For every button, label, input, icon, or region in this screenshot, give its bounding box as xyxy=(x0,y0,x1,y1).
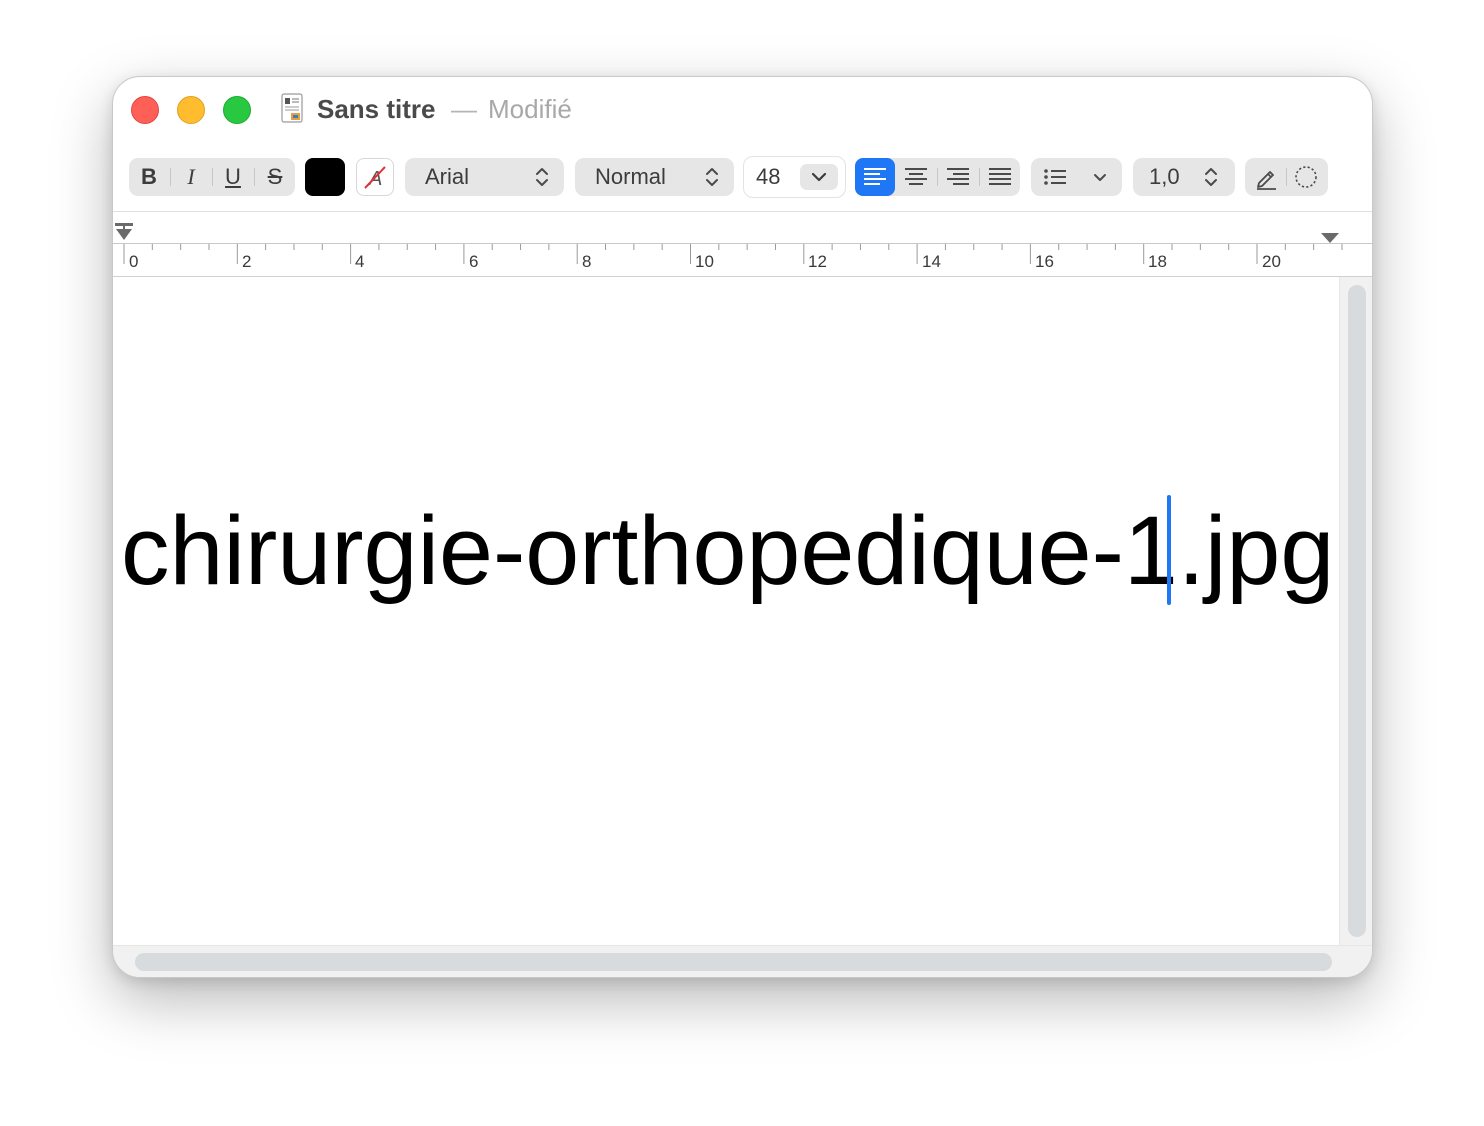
chevron-up-down-icon xyxy=(536,168,548,186)
ruler-ticks xyxy=(115,223,1343,264)
ruler-number: 16 xyxy=(1035,252,1054,271)
minimize-button[interactable] xyxy=(177,96,205,124)
font-size-dropdown-button[interactable] xyxy=(800,164,838,190)
align-left-icon xyxy=(864,168,886,185)
document-text-area[interactable]: chirurgie-orthopedique-1.jpg xyxy=(113,277,1339,945)
font-size-value[interactable]: 48 xyxy=(756,157,780,197)
title-bar[interactable]: Sans titre — Modifié xyxy=(113,77,1372,141)
ruler[interactable]: 0 2 4 6 8 10 12 14 16 18 20 xyxy=(113,211,1372,277)
list-style-popup[interactable] xyxy=(1031,158,1122,196)
document-icon xyxy=(281,93,303,123)
horizontal-scroll-thumb[interactable] xyxy=(135,953,1332,971)
font-family-value: Arial xyxy=(425,164,470,189)
zoom-button[interactable] xyxy=(223,96,251,124)
pencil-icon[interactable] xyxy=(1251,163,1281,191)
align-justify-icon[interactable] xyxy=(980,158,1020,196)
align-center-icon[interactable] xyxy=(896,158,936,196)
text-after-caret: .jpg xyxy=(1177,496,1335,605)
markup-segmented-control xyxy=(1245,158,1328,196)
document-status: Modifié xyxy=(488,94,572,124)
align-right-icon[interactable] xyxy=(938,158,978,196)
document-text[interactable]: chirurgie-orthopedique-1.jpg xyxy=(121,491,1334,611)
close-button[interactable] xyxy=(131,96,159,124)
ruler-number: 0 xyxy=(129,252,139,271)
text-style-segmented-control: B I U S xyxy=(129,158,295,196)
font-family-popup[interactable]: Arial xyxy=(405,158,564,196)
chevron-down-icon xyxy=(1094,174,1106,181)
ruler-number: 2 xyxy=(242,252,252,271)
chevron-up-down-icon xyxy=(706,168,718,186)
font-size-combobox[interactable]: 48 xyxy=(743,156,846,198)
italic-button[interactable]: I xyxy=(171,158,211,196)
align-left-button[interactable] xyxy=(855,158,895,196)
bullet-list-icon xyxy=(1044,169,1066,185)
vertical-scroll-thumb[interactable] xyxy=(1348,285,1366,937)
ruler-number: 6 xyxy=(469,252,479,271)
ruler-number: 4 xyxy=(355,252,365,271)
font-style-popup[interactable]: Normal xyxy=(575,158,734,196)
line-spacing-popup[interactable]: 1,0 xyxy=(1133,158,1235,196)
chevron-up-down-icon xyxy=(1205,168,1217,186)
ruler-number: 18 xyxy=(1148,252,1167,271)
horizontal-scrollbar[interactable] xyxy=(113,945,1372,977)
font-style-value: Normal xyxy=(595,164,666,189)
background-color-button[interactable]: A xyxy=(356,158,394,196)
bold-button[interactable]: B xyxy=(129,158,169,196)
title-separator: — xyxy=(451,94,477,124)
format-toolbar: B I U S A Arial Normal 48 1,0 xyxy=(113,141,1372,211)
ruler-number: 12 xyxy=(808,252,827,271)
line-spacing-value: 1,0 xyxy=(1149,164,1180,189)
text-color-well[interactable] xyxy=(305,158,345,196)
underline-button[interactable]: U xyxy=(213,158,253,196)
textedit-window: Sans titre — Modifié B I U S A Arial Nor… xyxy=(112,76,1373,978)
dashed-circle-icon[interactable] xyxy=(1291,163,1321,191)
ruler-number: 8 xyxy=(582,252,592,271)
window-title: Sans titre xyxy=(317,94,436,124)
text-before-caret: chirurgie-orthopedique-1 xyxy=(121,496,1178,605)
vertical-scrollbar[interactable] xyxy=(1339,277,1372,945)
chevron-down-icon xyxy=(811,172,827,182)
ruler-number: 20 xyxy=(1262,252,1281,271)
ruler-number: 10 xyxy=(695,252,714,271)
no-color-icon: A xyxy=(364,166,386,190)
ruler-number: 14 xyxy=(922,252,941,271)
strikethrough-button[interactable]: S xyxy=(255,158,295,196)
text-caret xyxy=(1167,495,1171,605)
